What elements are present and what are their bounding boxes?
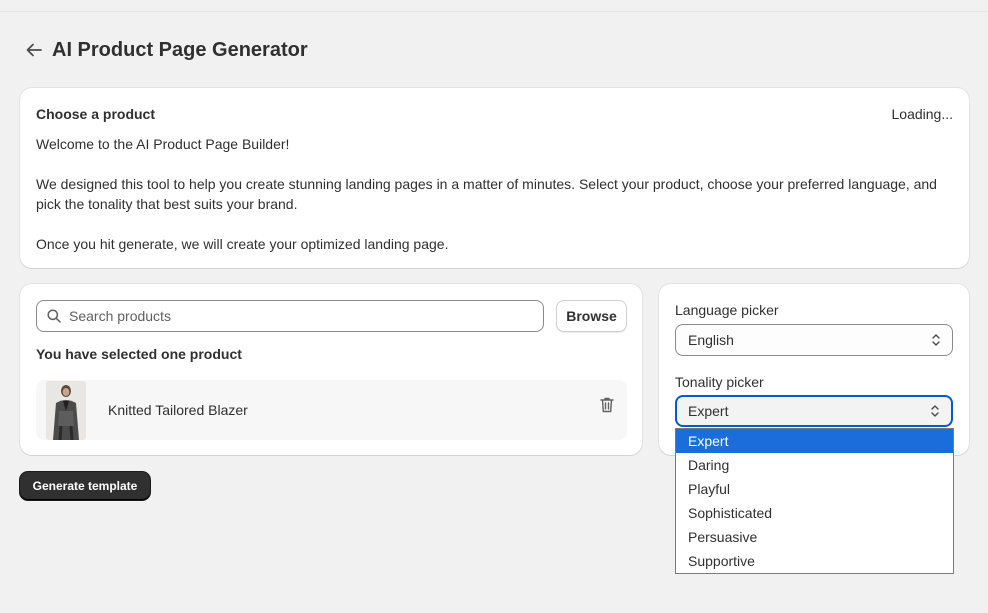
search-input[interactable] <box>69 308 509 324</box>
trash-icon <box>600 397 614 413</box>
language-select[interactable]: English <box>675 324 953 356</box>
back-button[interactable] <box>24 38 44 62</box>
page-header: AI Product Page Generator <box>24 38 308 62</box>
tonality-option-daring[interactable]: Daring <box>676 453 953 477</box>
product-name: Knitted Tailored Blazer <box>108 402 248 418</box>
loading-status: Loading... <box>891 106 954 122</box>
intro-heading: Choose a product <box>36 106 156 122</box>
remove-product-button[interactable] <box>599 396 617 416</box>
tonality-option-expert[interactable]: Expert <box>676 429 953 453</box>
tonality-option-persuasive[interactable]: Persuasive <box>676 525 953 549</box>
product-thumbnail <box>46 380 86 440</box>
selected-heading: You have selected one product <box>36 346 242 362</box>
tonality-dropdown: Expert Daring Playful Sophisticated Pers… <box>675 428 954 574</box>
intro-description: Welcome to the AI Product Page Builder! … <box>36 134 946 274</box>
tonality-option-sophisticated[interactable]: Sophisticated <box>676 501 953 525</box>
tonality-label: Tonality picker <box>675 374 764 390</box>
arrow-left-icon <box>26 43 42 57</box>
chevron-up-down-icon <box>931 405 939 417</box>
intro-paragraph: We designed this tool to help you create… <box>36 176 937 212</box>
page-title: AI Product Page Generator <box>52 38 308 61</box>
intro-card: Choose a product Loading... Welcome to t… <box>20 88 969 268</box>
intro-paragraph: Once you hit generate, we will create yo… <box>36 236 449 252</box>
browse-button[interactable]: Browse <box>556 300 627 332</box>
tonality-option-supportive[interactable]: Supportive <box>676 549 953 573</box>
search-field[interactable] <box>36 300 544 332</box>
tonality-select[interactable]: Expert <box>675 395 953 427</box>
product-card: Browse You have selected one product Kni… <box>20 284 642 455</box>
top-divider <box>0 11 988 12</box>
generate-template-button[interactable]: Generate template <box>20 472 150 500</box>
chevron-up-down-icon <box>932 334 940 346</box>
intro-paragraph: Welcome to the AI Product Page Builder! <box>36 136 290 152</box>
language-value: English <box>688 332 734 348</box>
language-label: Language picker <box>675 302 779 318</box>
tonality-option-playful[interactable]: Playful <box>676 477 953 501</box>
tonality-value: Expert <box>688 403 729 419</box>
search-icon <box>47 309 61 323</box>
selected-product-row: Knitted Tailored Blazer <box>36 380 627 440</box>
